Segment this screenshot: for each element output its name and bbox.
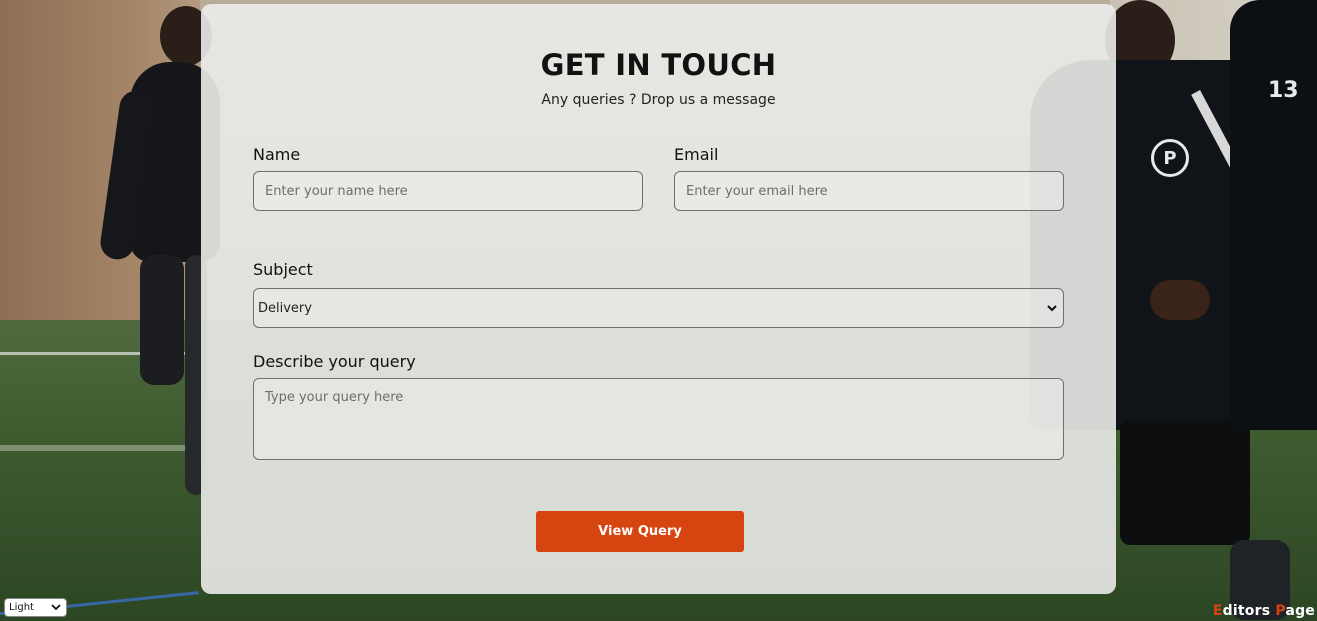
name-input[interactable] xyxy=(253,171,643,211)
subject-select[interactable]: Delivery xyxy=(253,288,1064,328)
player-left-leg xyxy=(140,255,184,385)
page-title: GET IN TOUCH xyxy=(540,48,777,82)
subject-label: Subject xyxy=(253,260,313,279)
subject-selected-value: Delivery xyxy=(258,300,312,316)
chevron-down-icon xyxy=(49,601,63,615)
player-right-hand xyxy=(1150,280,1210,320)
pitch-line xyxy=(0,445,200,451)
watermark-letter-e: E xyxy=(1212,603,1223,619)
query-label: Describe your query xyxy=(253,352,416,371)
watermark-text-ditors: ditors xyxy=(1222,603,1276,619)
watermark-text-age: age xyxy=(1285,603,1315,619)
player-far-right xyxy=(1230,0,1317,430)
contact-form-card: GET IN TOUCH Any queries ? Drop us a mes… xyxy=(201,4,1116,594)
query-textarea[interactable] xyxy=(253,378,1064,460)
contact-page: P 13 GET IN TOUCH Any queries ? Drop us … xyxy=(0,0,1317,621)
view-query-button[interactable]: View Query xyxy=(536,511,744,552)
editors-page-watermark: Editors Page xyxy=(1213,603,1315,619)
chevron-down-icon xyxy=(1045,301,1059,315)
email-label: Email xyxy=(674,145,719,164)
email-input[interactable] xyxy=(674,171,1064,211)
watermark-letter-p: P xyxy=(1275,603,1286,619)
player-right-shorts xyxy=(1120,420,1250,545)
name-label: Name xyxy=(253,145,301,164)
team-crest-icon: P xyxy=(1151,139,1189,177)
page-subtitle: Any queries ? Drop us a message xyxy=(541,92,776,108)
theme-selected-value: Light xyxy=(9,602,34,613)
theme-select[interactable]: Light xyxy=(4,598,67,617)
jersey-number: 13 xyxy=(1268,78,1299,103)
